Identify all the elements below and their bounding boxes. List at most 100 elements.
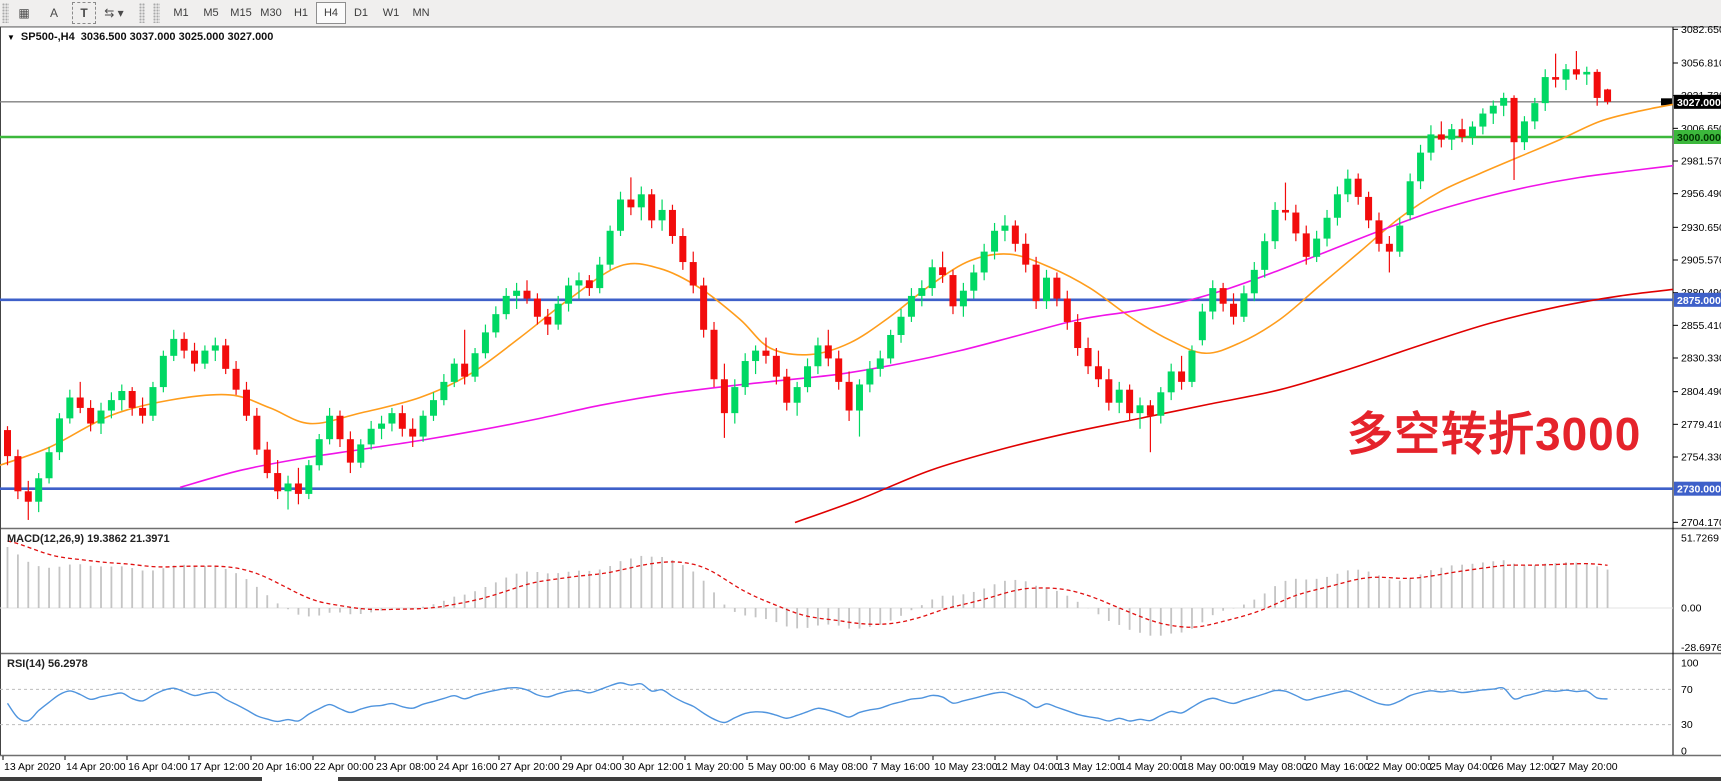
time-axis-label: 22 Apr 00:00 <box>314 761 374 773</box>
bull-candle <box>316 439 323 465</box>
chart-canvas[interactable]: 3082.6503056.8103031.7303006.6502981.570… <box>0 0 1721 783</box>
bear-candle <box>586 280 593 288</box>
bear-candle <box>264 450 271 473</box>
bear-candle <box>399 413 406 429</box>
bull-candle <box>575 280 582 285</box>
time-axis-label: 30 Apr 12:00 <box>624 761 684 773</box>
bull-candle <box>887 335 894 358</box>
time-axis-label: 25 May 04:00 <box>1430 761 1494 773</box>
bull-candle <box>1116 390 1123 403</box>
bull-candle <box>1240 293 1247 316</box>
rsi-axis-label: 30 <box>1681 719 1693 731</box>
bull-candle <box>513 291 520 296</box>
bull-candle <box>877 358 884 368</box>
bull-candle <box>285 483 292 491</box>
bull-candle <box>118 391 125 400</box>
bull-candle <box>326 416 333 439</box>
bull-candle <box>451 364 458 382</box>
bull-candle <box>991 231 998 252</box>
bull-candle <box>742 361 749 387</box>
bull-candle <box>1324 218 1331 239</box>
bear-candle <box>1594 72 1601 98</box>
rsi-indicator-label: RSI(14) 56.2978 <box>7 658 88 670</box>
bull-candle <box>1521 121 1528 142</box>
bottom-scrollbar-track[interactable] <box>338 777 1721 781</box>
bear-candle <box>825 345 832 358</box>
time-axis-label: 20 Apr 16:00 <box>252 761 312 773</box>
bull-candle <box>1188 351 1195 382</box>
bear-candle <box>222 345 229 368</box>
bear-candle <box>1022 244 1029 265</box>
bull-candle <box>794 387 801 403</box>
bull-candle <box>170 339 177 356</box>
time-axis-label: 23 Apr 08:00 <box>376 761 436 773</box>
time-axis-label: 26 May 12:00 <box>1492 761 1556 773</box>
bull-candle <box>1251 270 1258 293</box>
rsi-panel[interactable]: 100 70 30 0 <box>0 658 1699 758</box>
bear-candle <box>711 330 718 379</box>
bull-candle <box>1417 153 1424 182</box>
bear-candle <box>1282 210 1289 213</box>
rsi-axis-label: 100 <box>1681 658 1699 670</box>
price-level-box-label: 2875.000 <box>1677 295 1721 307</box>
bull-candle <box>1168 371 1175 392</box>
bull-candle <box>212 345 219 350</box>
bull-candle <box>607 231 614 265</box>
bear-candle <box>627 200 634 208</box>
bull-candle <box>440 382 447 400</box>
bull-candle <box>430 400 437 416</box>
rsi-axis-label: 0 <box>1681 746 1687 758</box>
bear-candle <box>700 285 707 329</box>
bull-candle <box>1407 181 1414 215</box>
bull-candle <box>1001 226 1008 231</box>
time-axis[interactable]: 13 Apr 202014 Apr 20:0016 Apr 04:0017 Ap… <box>3 756 1618 773</box>
bear-candle <box>1012 226 1019 244</box>
bull-candle <box>804 366 811 387</box>
bull-candle <box>1199 312 1206 341</box>
chart-title: ▼ SP500-,H4 3036.500 3037.000 3025.000 3… <box>7 31 273 43</box>
price-axis-label: 2981.570 <box>1681 156 1721 168</box>
time-axis-label: 16 Apr 04:00 <box>128 761 188 773</box>
bear-candle <box>939 267 946 275</box>
collapse-triangle-icon[interactable]: ▼ <box>7 33 15 42</box>
price-level-box-label: 3027.000 <box>1677 97 1721 109</box>
bear-candle <box>783 377 790 403</box>
rsi-line <box>8 683 1608 723</box>
time-axis-label: 13 May 12:00 <box>1058 761 1122 773</box>
bull-candle <box>56 418 63 452</box>
bull-candle <box>1272 210 1279 241</box>
bull-candle <box>929 267 936 288</box>
bear-candle <box>139 408 146 416</box>
macd-panel[interactable]: 51.72690.00-28.6976 <box>0 533 1721 654</box>
bear-candle <box>274 473 281 491</box>
bull-candle <box>617 200 624 231</box>
bull-candle <box>918 288 925 296</box>
bull-candle <box>1261 241 1268 270</box>
chart-text-annotation[interactable]: 多空转折3000 <box>1347 398 1641 464</box>
bull-candle <box>1563 69 1570 79</box>
bear-candle <box>690 262 697 285</box>
price-axis-label: 2779.410 <box>1681 419 1721 431</box>
rsi-axis-label: 70 <box>1681 684 1693 696</box>
bear-candle <box>295 483 302 493</box>
price-axis[interactable]: 3082.6503056.8103031.7303006.6502981.570… <box>1673 24 1721 529</box>
bull-candle <box>503 296 510 314</box>
time-axis-label: 5 May 00:00 <box>748 761 806 773</box>
price-axis-label: 2754.330 <box>1681 451 1721 463</box>
time-axis-label: 7 May 16:00 <box>872 761 930 773</box>
time-axis-label: 24 Apr 16:00 <box>438 761 498 773</box>
bear-candle <box>1303 233 1310 256</box>
time-axis-label: 13 Apr 2020 <box>4 761 61 773</box>
time-axis-label: 14 Apr 20:00 <box>66 761 126 773</box>
time-axis-label: 6 May 08:00 <box>810 761 868 773</box>
price-axis-label: 2704.170 <box>1681 517 1721 529</box>
bull-candle <box>1043 278 1050 301</box>
bull-candle <box>1490 106 1497 114</box>
price-axis-label: 2830.330 <box>1681 353 1721 365</box>
bull-candle <box>35 478 42 501</box>
bottom-scrollbar[interactable] <box>0 777 262 781</box>
time-axis-label: 18 May 00:00 <box>1182 761 1246 773</box>
bull-candle <box>1344 179 1351 195</box>
bull-candle <box>108 400 115 410</box>
bull-candle <box>1137 405 1144 413</box>
